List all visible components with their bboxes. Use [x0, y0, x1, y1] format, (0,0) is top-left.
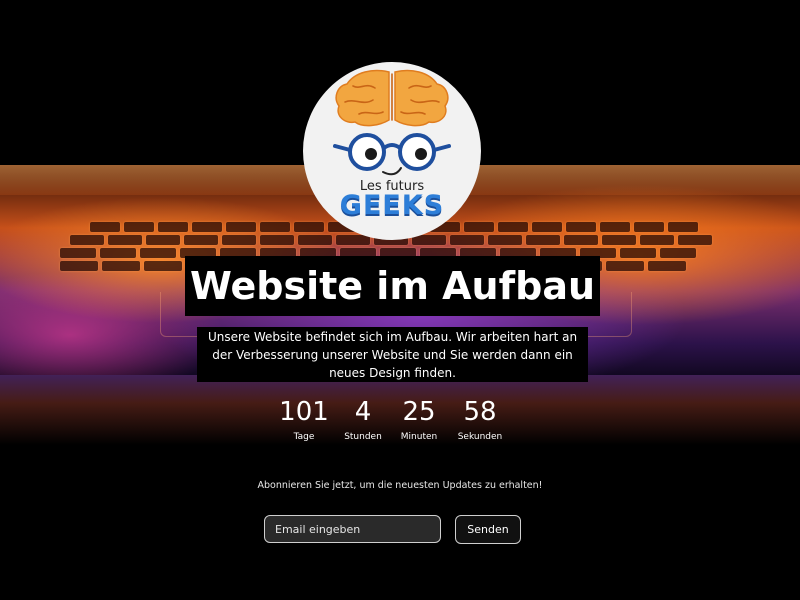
- countdown-seconds: 58 Sekunden: [452, 394, 508, 442]
- page-title: Website im Aufbau: [189, 264, 596, 308]
- countdown-hours: 4 Stunden: [338, 394, 388, 442]
- countdown-minutes-value: 25: [402, 397, 436, 427]
- countdown-minutes-label: Minuten: [400, 432, 438, 442]
- email-input[interactable]: [264, 515, 441, 543]
- keyboard-key: [108, 235, 142, 245]
- countdown-minutes: 25 Minuten: [394, 394, 444, 442]
- keyboard-key: [70, 235, 104, 245]
- keyboard-key: [184, 235, 218, 245]
- countdown-seconds-label: Sekunden: [457, 432, 503, 442]
- keyboard-key: [488, 235, 522, 245]
- page-description: Unsere Website befindet sich im Aufbau. …: [197, 327, 588, 382]
- title-container: Website im Aufbau: [185, 256, 600, 316]
- keyboard-key: [90, 222, 120, 232]
- keyboard-key: [60, 248, 96, 258]
- keyboard-key: [660, 248, 696, 258]
- keyboard-key: [260, 222, 290, 232]
- countdown-days-value: 101: [279, 397, 329, 427]
- keyboard-key: [620, 248, 656, 258]
- keyboard-key: [532, 222, 562, 232]
- countdown-seconds-value: 58: [463, 397, 497, 427]
- keyboard-key: [158, 222, 188, 232]
- subscribe-text: Abonnieren Sie jetzt, um die neuesten Up…: [257, 480, 543, 491]
- keyboard-key: [140, 248, 176, 258]
- keyboard-key: [144, 261, 182, 271]
- keyboard-key: [634, 222, 664, 232]
- keyboard-key: [146, 235, 180, 245]
- keyboard-key: [498, 222, 528, 232]
- keyboard-key: [260, 235, 294, 245]
- keyboard-key: [606, 261, 644, 271]
- keyboard-key: [100, 248, 136, 258]
- keyboard-key: [526, 235, 560, 245]
- keyboard-key: [600, 222, 630, 232]
- keyboard-key: [226, 222, 256, 232]
- keyboard-key: [640, 235, 674, 245]
- keyboard-key: [102, 261, 140, 271]
- keyboard-key: [678, 235, 712, 245]
- countdown-days: 101 Tage: [276, 394, 332, 442]
- keyboard-key: [192, 222, 222, 232]
- send-button[interactable]: Senden: [455, 515, 521, 544]
- logo-wordmark: GEEKS: [339, 190, 445, 221]
- countdown-days-label: Tage: [293, 432, 315, 442]
- countdown-hours-value: 4: [354, 397, 372, 427]
- keyboard-key: [124, 222, 154, 232]
- keyboard-key: [222, 235, 256, 245]
- keyboard-key: [564, 235, 598, 245]
- keyboard-key: [602, 235, 636, 245]
- keyboard-key: [566, 222, 596, 232]
- site-logo: Les futurs GEEKS: [303, 62, 481, 240]
- countdown-hours-label: Stunden: [344, 432, 382, 442]
- keyboard-key: [648, 261, 686, 271]
- countdown-timer: 101 Tage 4 Stunden 25 Minuten 58 Sekunde…: [276, 394, 516, 454]
- keyboard-key: [60, 261, 98, 271]
- keyboard-key: [668, 222, 698, 232]
